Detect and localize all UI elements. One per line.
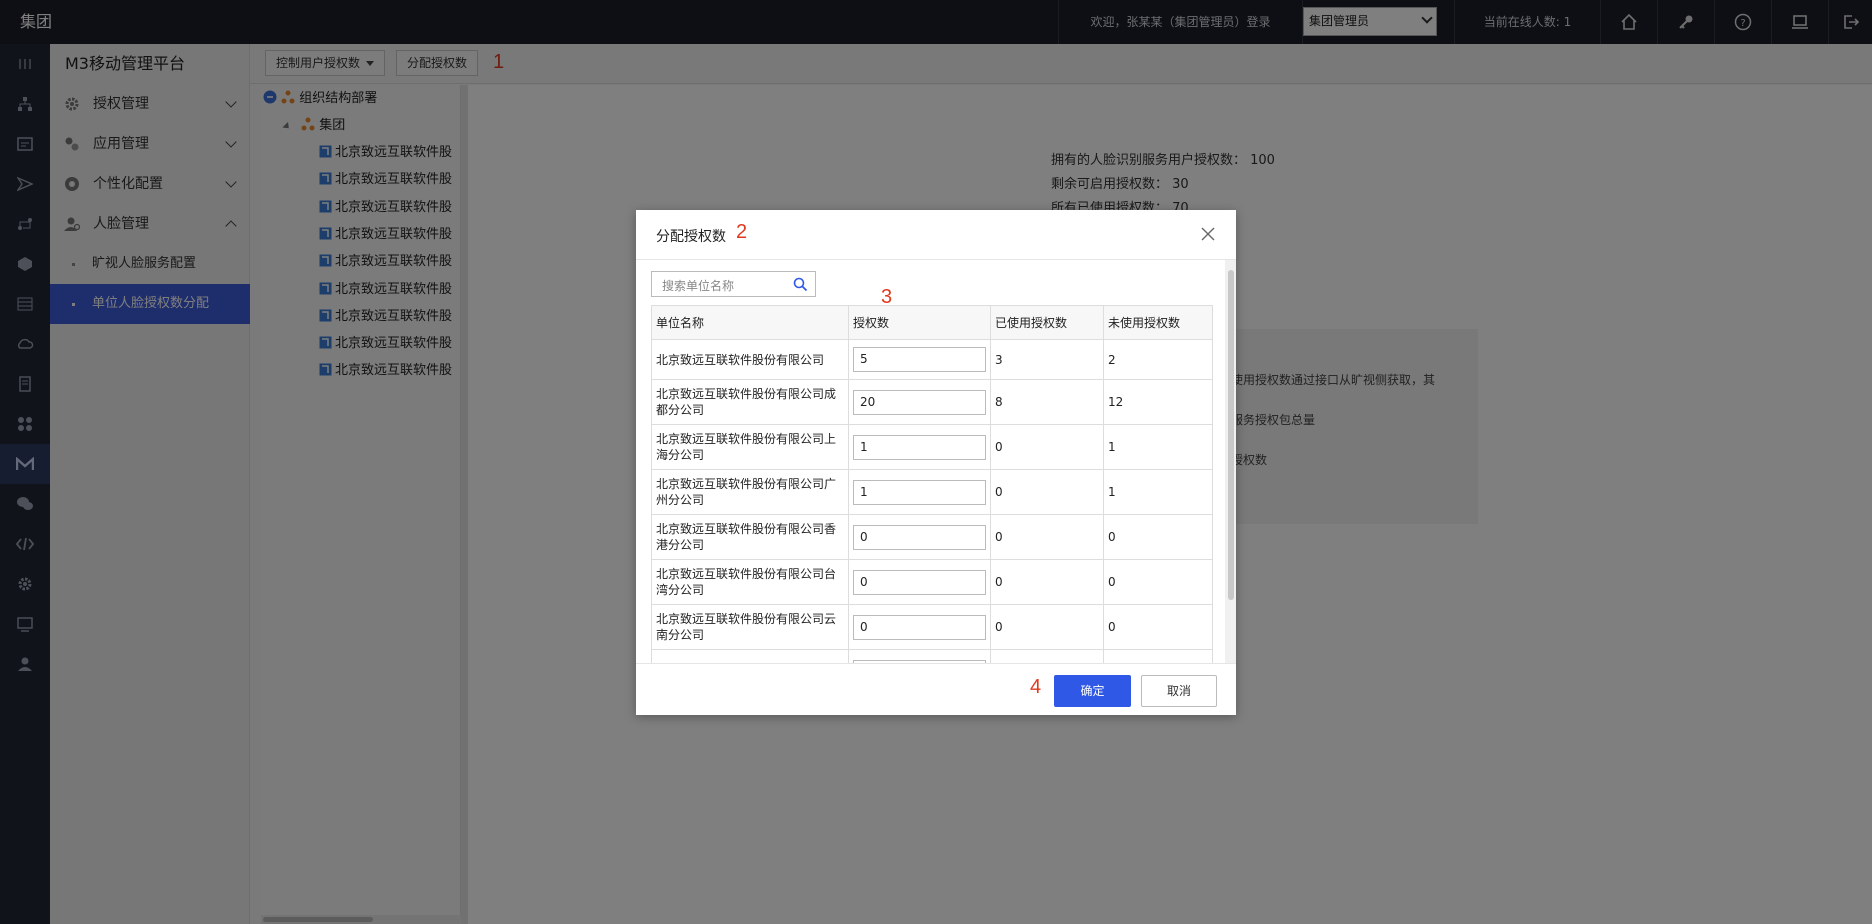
step-marker-4: 4 [1030,676,1042,698]
unused-cell: 1 [1103,424,1213,470]
used-cell: 0 [990,424,1104,470]
unit-name-cell: 北京致远互联软件股份有限公司贵 [651,649,849,663]
confirm-button[interactable]: 确定 [1054,675,1131,707]
col-header-used: 已使用授权数 [990,305,1104,340]
unused-cell: 12 [1103,379,1213,425]
used-cell: 8 [990,379,1104,425]
license-count-input[interactable]: 1 [853,434,986,460]
table-header-row: 单位名称 授权数 已使用授权数 未使用授权数 [651,305,1213,340]
granted-cell [848,649,991,663]
unit-name-cell: 北京致远互联软件股份有限公司广州分公司 [651,469,849,515]
dialog-footer: 4 确定 取消 [636,663,1236,715]
unit-name-cell: 北京致远互联软件股份有限公司云南分公司 [651,604,849,650]
unused-cell: 0 [1103,514,1213,560]
granted-cell: 1 [848,424,991,470]
unit-search-input[interactable]: 搜索单位名称 [651,271,816,297]
unit-name-cell: 北京致远互联软件股份有限公司台湾分公司 [651,559,849,605]
col-header-granted: 授权数 [848,305,991,340]
license-count-input[interactable]: 0 [853,524,986,550]
col-header-unused: 未使用授权数 [1103,305,1213,340]
table-row: 北京致远互联软件股份有限公司香港分公司 0 0 0 [651,514,1213,560]
dialog-header: 分配授权数 2 [636,210,1236,260]
col-header-unit: 单位名称 [651,305,849,340]
unit-table-container[interactable]: 单位名称 授权数 已使用授权数 未使用授权数 北京致远互联软件股份有限公司 5 3 2… [651,305,1216,663]
license-count-input[interactable]: 5 [853,347,986,372]
granted-cell: 0 [848,559,991,605]
unit-name-cell: 北京致远互联软件股份有限公司成都分公司 [651,379,849,425]
unit-license-table: 单位名称 授权数 已使用授权数 未使用授权数 北京致远互联软件股份有限公司 5 3 2… [651,305,1213,663]
step-marker-2: 2 [736,221,748,243]
unused-cell: 1 [1103,469,1213,515]
granted-cell: 5 [848,339,991,380]
table-row: 北京致远互联软件股份有限公司上海分公司 1 0 1 [651,424,1213,470]
used-cell: 3 [990,339,1104,380]
table-row: 北京致远互联软件股份有限公司云南分公司 0 0 0 [651,604,1213,650]
unit-name-cell: 北京致远互联软件股份有限公司上海分公司 [651,424,849,470]
search-placeholder: 搜索单位名称 [662,279,735,293]
used-cell: 0 [990,559,1104,605]
unused-cell [1103,649,1213,663]
table-body: 北京致远互联软件股份有限公司 5 3 2 北京致远互联软件股份有限公司成都分公司 20 8 1… [651,339,1213,663]
unit-name-cell: 北京致远互联软件股份有限公司 [651,339,849,380]
license-count-input[interactable]: 1 [853,479,986,505]
license-count-input[interactable]: 0 [853,614,986,640]
used-cell: 0 [990,604,1104,650]
table-row: 北京致远互联软件股份有限公司成都分公司 20 8 12 [651,379,1213,425]
used-cell: 0 [990,514,1104,560]
used-cell [990,649,1104,663]
unused-cell: 2 [1103,339,1213,380]
dialog-title: 分配授权数 [656,229,726,245]
close-icon[interactable] [1200,226,1216,242]
granted-cell: 1 [848,469,991,515]
table-row: 北京致远互联软件股份有限公司广州分公司 1 0 1 [651,469,1213,515]
table-row: 北京致远互联软件股份有限公司贵 [651,649,1213,663]
granted-cell: 20 [848,379,991,425]
unused-cell: 0 [1103,559,1213,605]
license-count-input[interactable]: 20 [853,389,986,415]
cancel-button[interactable]: 取消 [1141,675,1217,707]
granted-cell: 0 [848,604,991,650]
unused-cell: 0 [1103,604,1213,650]
license-count-input[interactable]: 0 [853,569,986,595]
table-row: 北京致远互联软件股份有限公司台湾分公司 0 0 0 [651,559,1213,605]
table-row: 北京致远互联软件股份有限公司 5 3 2 [651,339,1213,380]
used-cell: 0 [990,469,1104,515]
step-marker-3: 3 [881,286,893,308]
unit-name-cell: 北京致远互联软件股份有限公司香港分公司 [651,514,849,560]
granted-cell: 0 [848,514,991,560]
dialog-vscrollbar[interactable] [1225,260,1236,663]
assign-license-dialog: 分配授权数 2 搜索单位名称 单位名称 授权数 已使用授权数 未使用授权数 北京… [636,210,1236,715]
scroll-thumb[interactable] [1228,270,1234,600]
search-icon[interactable] [793,277,808,292]
